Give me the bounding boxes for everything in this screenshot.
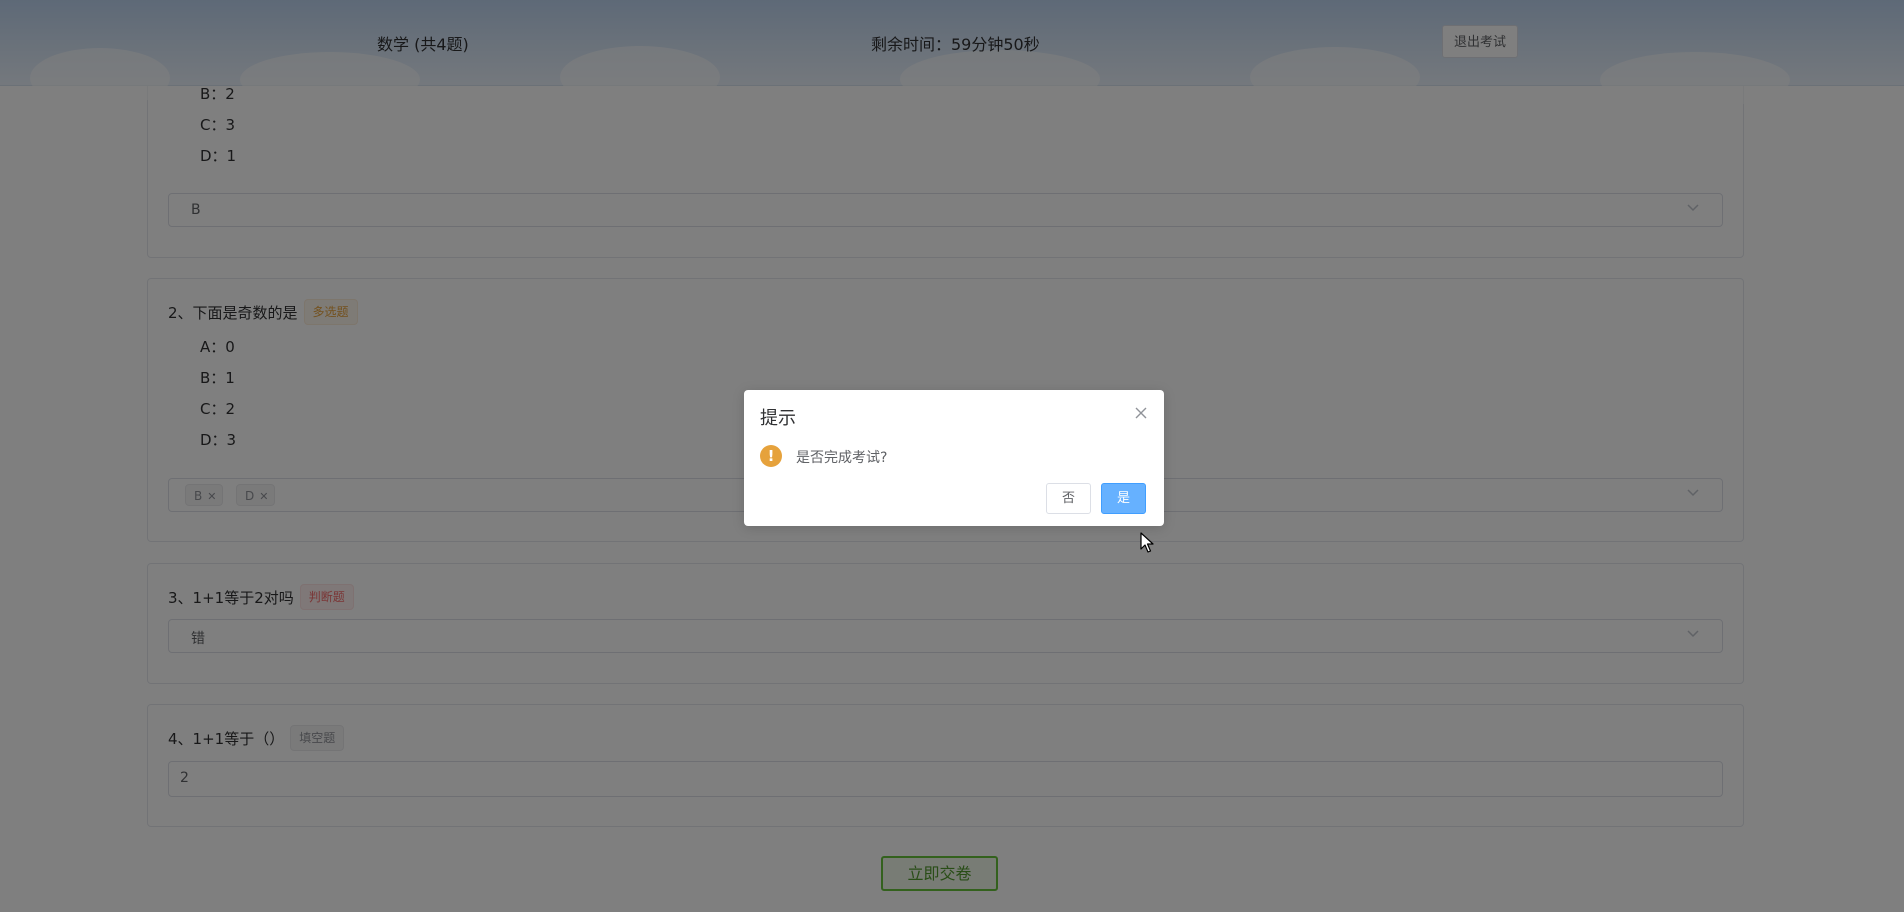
dialog-message: 是否完成考试? bbox=[796, 450, 888, 466]
cancel-button[interactable]: 否 bbox=[1046, 483, 1091, 514]
exam-page: 数学 (共4题) 剩余时间：59分钟50秒 退出考试 B：2 C：3 D：1 B… bbox=[0, 0, 1904, 912]
warning-icon: ! bbox=[760, 445, 782, 467]
dialog-title: 提示 bbox=[760, 408, 796, 429]
close-icon[interactable] bbox=[1134, 406, 1148, 420]
mouse-cursor-icon bbox=[1140, 532, 1154, 553]
confirm-button[interactable]: 是 bbox=[1101, 483, 1146, 514]
confirm-dialog: 提示 ! 是否完成考试? 否 是 bbox=[744, 390, 1164, 526]
